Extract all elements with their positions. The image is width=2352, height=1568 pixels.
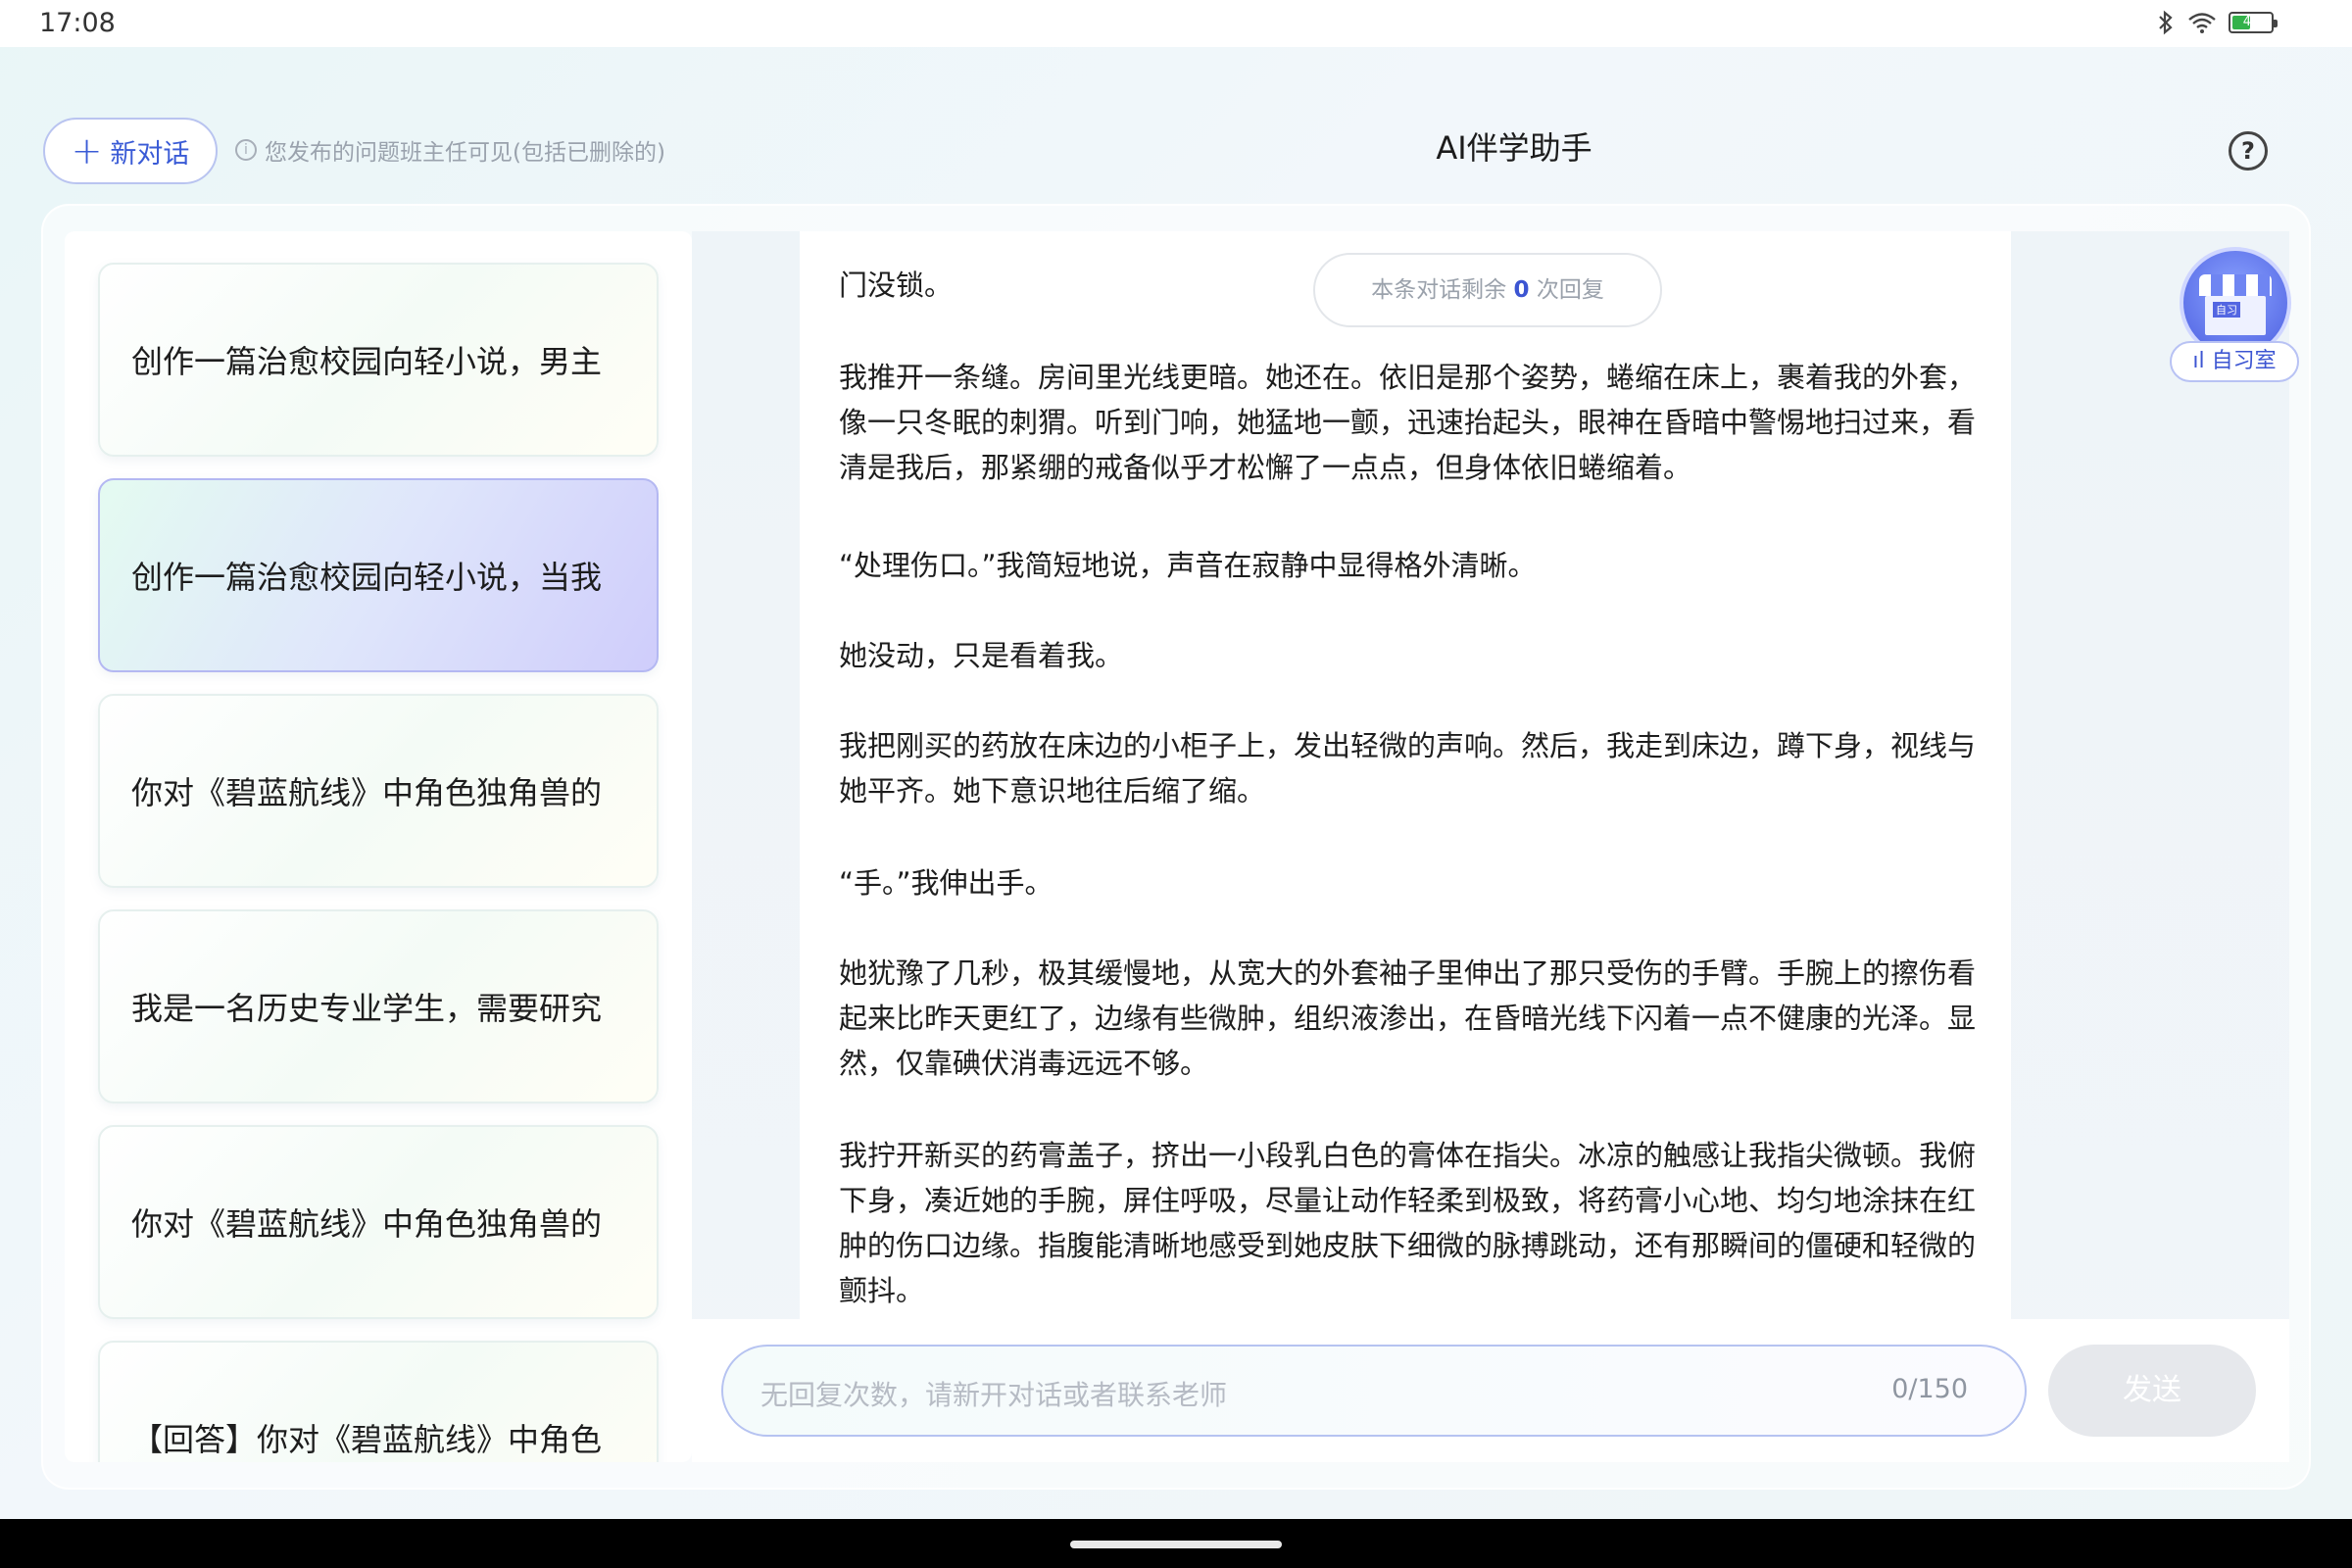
remaining-prefix: 本条对话剩余 bbox=[1371, 277, 1507, 303]
response-paragraph: 她没动，只是看着我。 bbox=[839, 639, 1124, 672]
visibility-hint: i 您发布的问题班主任可见(包括已删除的) bbox=[235, 133, 665, 167]
conversation-list[interactable]: 创作一篇治愈校园向轻小说，男主 创作一篇治愈校园向轻小说，当我 你对《碧蓝航线》… bbox=[65, 231, 692, 1462]
conversation-item-label: 【回答】你对《碧蓝航线》中角色 bbox=[131, 1421, 603, 1458]
conversation-item-label: 我是一名历史专业学生，需要研究 bbox=[131, 990, 603, 1027]
battery-level: 44 bbox=[2242, 15, 2260, 29]
system-icons: 44 bbox=[2156, 10, 2278, 35]
conversation-item[interactable]: 你对《碧蓝航线》中角色独角兽的 bbox=[98, 694, 659, 888]
study-room-button[interactable]: 自习 ıl 自习室 bbox=[2170, 247, 2299, 384]
battery-icon: 44 bbox=[2229, 12, 2278, 33]
send-button[interactable]: 发送 bbox=[2048, 1345, 2256, 1437]
response-paragraph: 我把刚买的药放在床边的小柜子上，发出轻微的声响。然后，我走到床边，蹲下身，视线与… bbox=[839, 729, 1977, 808]
ai-response-message: 门没锁。 我推开一条缝。房间里光线更暗。她还在。依旧是那个姿势，蜷缩在床上，裹着… bbox=[800, 231, 2011, 1319]
remaining-suffix: 次回复 bbox=[1536, 277, 1604, 303]
response-paragraph: 我拧开新买的药膏盖子，挤出一小段乳白色的膏体在指尖。冰凉的触感让我指尖微顿。我俯… bbox=[839, 1139, 1977, 1307]
home-indicator[interactable] bbox=[1070, 1541, 1282, 1548]
plus-icon: + bbox=[71, 129, 103, 172]
new-chat-label: 新对话 bbox=[110, 138, 190, 170]
wifi-icon bbox=[2188, 13, 2216, 33]
remaining-replies-badge: 本条对话剩余 0 次回复 bbox=[1313, 253, 1662, 327]
input-placeholder: 无回复次数，请新开对话或者联系老师 bbox=[760, 1379, 1228, 1411]
response-paragraph: “处理伤口。”我简短地说，声音在寂静中显得格外清晰。 bbox=[839, 549, 1537, 582]
new-chat-button[interactable]: + 新对话 bbox=[43, 118, 218, 184]
conversation-item[interactable]: 创作一篇治愈校园向轻小说，男主 bbox=[98, 263, 659, 457]
conversation-item-label: 你对《碧蓝航线》中角色独角兽的 bbox=[131, 1205, 603, 1243]
message-input[interactable]: 无回复次数，请新开对话或者联系老师 0/150 bbox=[721, 1345, 2027, 1437]
status-time: 17:08 bbox=[39, 8, 116, 38]
response-paragraph: 我推开一条缝。房间里光线更暗。她还在。依旧是那个姿势，蜷缩在床上，裹着我的外套，… bbox=[839, 361, 1977, 484]
conversation-item[interactable]: 你对《碧蓝航线》中角色独角兽的 bbox=[98, 1125, 659, 1319]
bar-chart-icon: ıl bbox=[2192, 349, 2205, 373]
response-paragraph: “手。”我伸出手。 bbox=[839, 866, 1054, 900]
bluetooth-icon bbox=[2159, 10, 2173, 35]
remaining-count: 0 bbox=[1513, 277, 1530, 303]
awning-icon bbox=[2199, 274, 2272, 296]
conversation-item[interactable]: 我是一名历史专业学生，需要研究 bbox=[98, 909, 659, 1103]
study-sign: 自习 bbox=[2213, 302, 2240, 318]
conversation-item-label: 创作一篇治愈校园向轻小说，当我 bbox=[131, 559, 603, 596]
response-paragraph: 她犹豫了几秒，极其缓慢地，从宽大的外套袖子里伸出了那只受伤的手臂。手腕上的擦伤看… bbox=[839, 956, 1977, 1080]
conversation-item-active[interactable]: 创作一篇治愈校园向轻小说，当我 bbox=[98, 478, 659, 672]
status-bar: 17:08 44 bbox=[0, 0, 2352, 47]
conversation-item[interactable]: 【回答】你对《碧蓝航线》中角色 bbox=[98, 1341, 659, 1462]
conversation-item-label: 创作一篇治愈校园向轻小说，男主 bbox=[131, 343, 603, 380]
char-counter: 0/150 bbox=[1891, 1374, 1968, 1404]
navigation-bar bbox=[0, 1519, 2352, 1568]
help-icon[interactable]: ? bbox=[2229, 131, 2268, 171]
info-icon: i bbox=[235, 139, 257, 161]
study-room-text: 自习室 bbox=[2211, 349, 2277, 373]
study-room-label: ıl 自习室 bbox=[2170, 341, 2299, 382]
page-title: AI伴学助手 bbox=[1436, 129, 1592, 167]
conversation-item-label: 你对《碧蓝航线》中角色独角兽的 bbox=[131, 774, 603, 811]
visibility-hint-text: 您发布的问题班主任可见(包括已删除的) bbox=[265, 140, 665, 166]
